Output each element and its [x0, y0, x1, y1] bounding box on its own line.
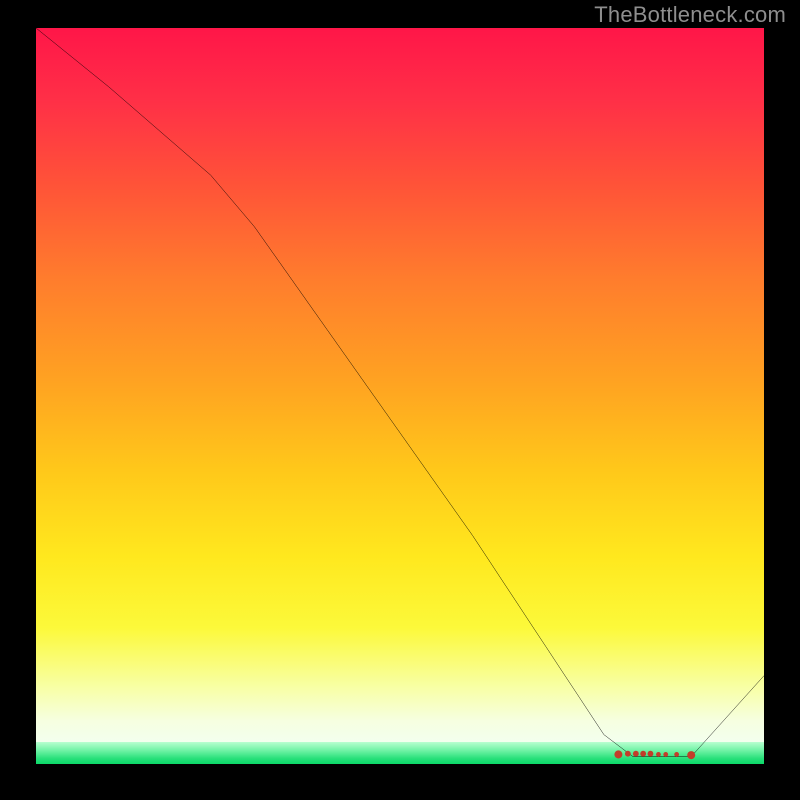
optimum-marker — [614, 750, 695, 759]
chart-svg — [36, 28, 764, 764]
chart-frame: TheBottleneck.com — [0, 0, 800, 800]
watermark-text: TheBottleneck.com — [594, 2, 786, 28]
bottleneck-curve — [36, 28, 764, 757]
plot-area — [36, 28, 764, 764]
